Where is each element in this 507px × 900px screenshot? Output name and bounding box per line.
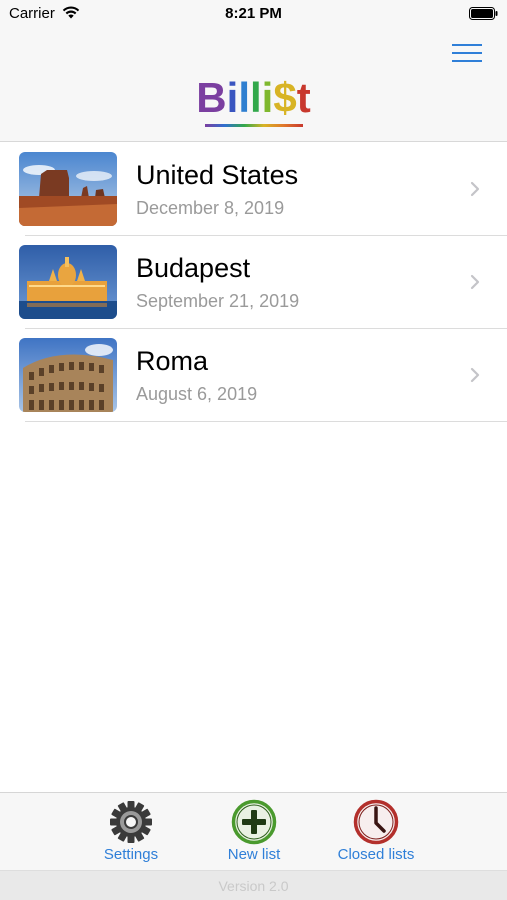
closed-lists-tab[interactable]: Closed lists	[321, 799, 431, 865]
logo-letter: i	[226, 74, 239, 121]
list-thumbnail-image	[19, 152, 117, 226]
new-list-tab[interactable]: New list	[199, 799, 309, 865]
app-logo: Billi$t	[0, 74, 507, 122]
chevron-right-icon	[470, 274, 480, 290]
list-item-title: Budapest	[136, 253, 251, 283]
row-separator	[25, 421, 507, 422]
battery-icon	[469, 7, 498, 20]
navigation-bar: Billi$t	[0, 28, 507, 142]
logo-letter: l	[238, 74, 250, 121]
list-item[interactable]: United States December 8, 2019	[0, 143, 507, 236]
logo-letter: t	[296, 74, 311, 121]
list-item[interactable]: Roma August 6, 2019	[0, 329, 507, 422]
gear-icon	[110, 801, 152, 843]
chevron-right-icon	[470, 367, 480, 383]
list-item-title: United States	[136, 160, 299, 190]
list-thumbnail-image	[19, 338, 117, 412]
list-item-date: September 21, 2019	[136, 291, 300, 311]
list-thumbnail-image	[19, 245, 117, 319]
closed-lists-tab-label: Closed lists	[337, 846, 415, 863]
status-time: 8:21 PM	[225, 5, 282, 22]
tab-bar: Settings New list Closed lists	[0, 792, 507, 870]
settings-tab[interactable]: Settings	[76, 799, 186, 865]
hamburger-menu-icon[interactable]	[450, 40, 484, 66]
clock-icon	[353, 799, 399, 845]
logo-letter: i	[261, 74, 274, 121]
chevron-right-icon	[470, 181, 480, 197]
logo-letter: $	[273, 74, 297, 121]
logo-letter: B	[196, 74, 227, 121]
logo-letter: l	[249, 74, 262, 121]
list-item-title: Roma	[136, 346, 209, 376]
version-footer: Version 2.0	[0, 870, 507, 900]
plus-circle-icon	[231, 799, 277, 845]
version-label: Version 2.0	[218, 878, 289, 894]
list-item-date: December 8, 2019	[136, 198, 285, 218]
settings-tab-label: Settings	[103, 846, 159, 863]
new-list-tab-label: New list	[227, 846, 281, 863]
list-item-date: August 6, 2019	[136, 384, 258, 404]
status-bar: Carrier 8:21 PM	[0, 0, 507, 28]
logo-underline	[205, 124, 303, 127]
list-item[interactable]: Budapest September 21, 2019	[0, 236, 507, 329]
